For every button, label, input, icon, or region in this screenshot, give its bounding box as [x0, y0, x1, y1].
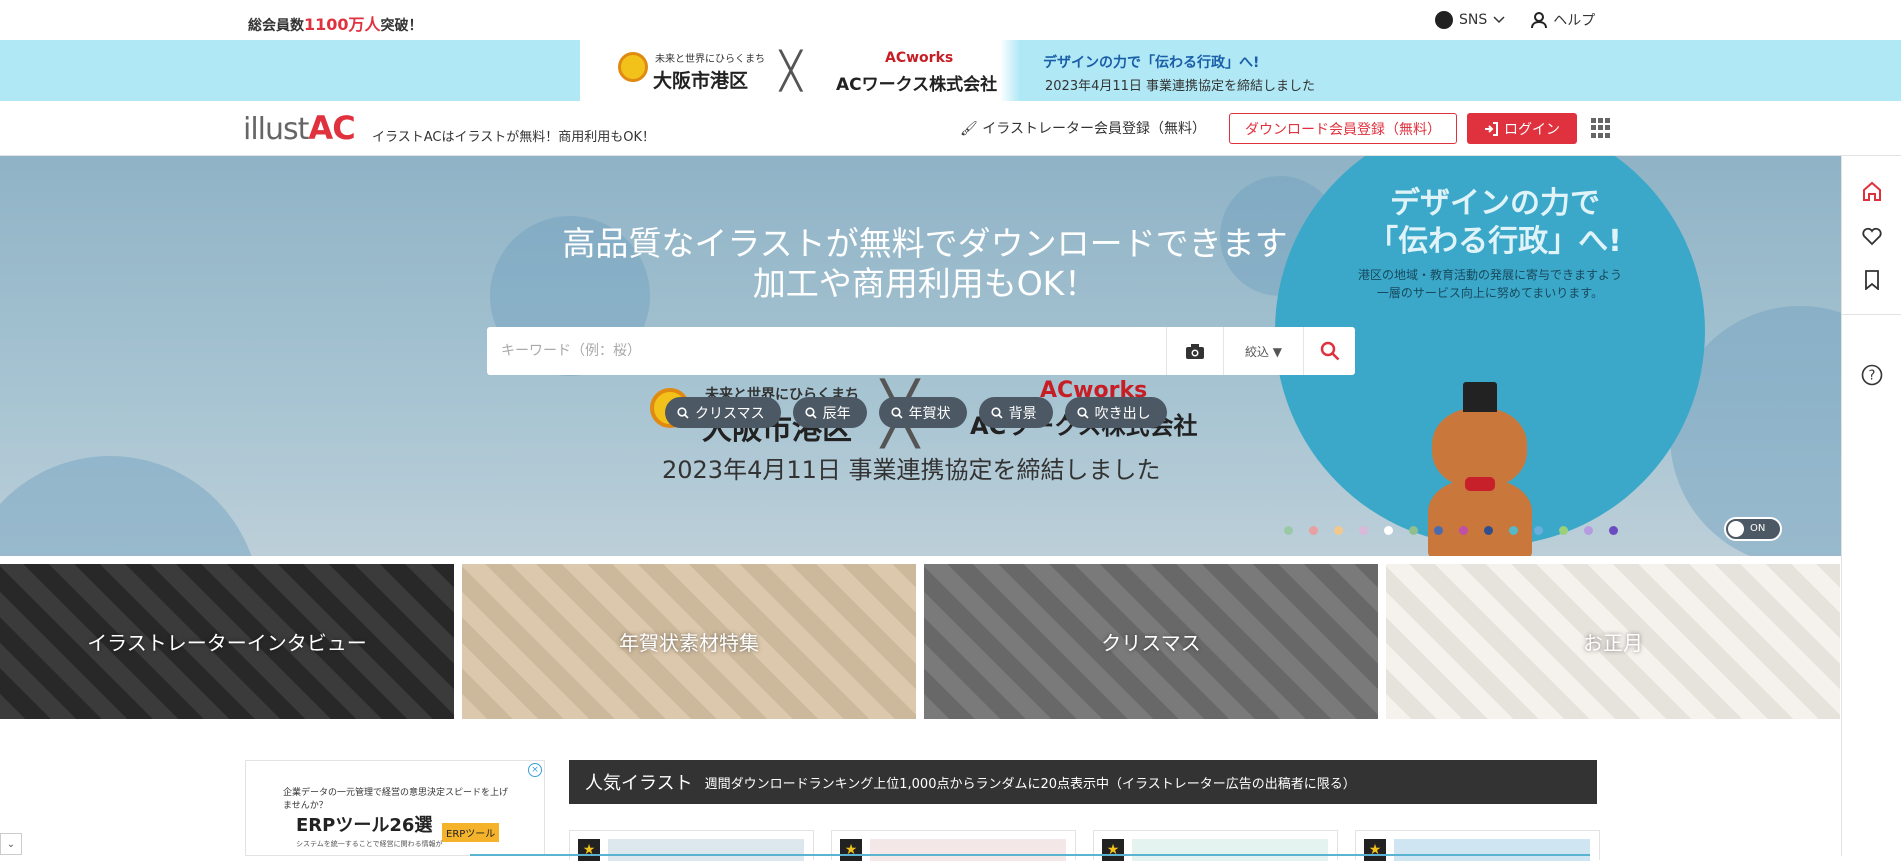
help-link[interactable]: ヘルプ	[1531, 10, 1595, 30]
star-icon: ★	[1102, 839, 1124, 861]
apps-grid-icon[interactable]	[1591, 118, 1611, 138]
heart-icon[interactable]	[1859, 223, 1885, 249]
hero-headline: 高品質なイラストが無料でダウンロードできます 加工や商用利用もOK！	[562, 224, 1288, 303]
user-icon	[1531, 12, 1548, 29]
search-button[interactable]	[1303, 327, 1355, 375]
slide-dot[interactable]	[1384, 526, 1393, 535]
slide-dot[interactable]	[1509, 526, 1518, 535]
search-bar: 絞込 ▼	[487, 327, 1355, 375]
home-icon[interactable]	[1859, 178, 1885, 204]
scroll-down-icon[interactable]: ⌄	[0, 833, 22, 855]
sign-in-icon	[1485, 121, 1498, 136]
brush-icon: 🖌	[960, 121, 978, 137]
filter-dropdown[interactable]: 絞込 ▼	[1223, 327, 1303, 375]
login-button[interactable]: ログイン	[1467, 113, 1577, 144]
camera-icon	[1186, 343, 1204, 359]
slide-dot[interactable]	[1484, 526, 1493, 535]
search-icon	[1320, 341, 1339, 361]
slide-dot[interactable]	[1309, 526, 1318, 535]
search-tag[interactable]: 辰年	[792, 397, 867, 428]
feature-tile[interactable]: お正月	[1386, 564, 1840, 719]
site-logo[interactable]: illustAC	[243, 109, 356, 147]
popular-tags: クリスマス 辰年 年賀状 背景 吹き出し	[665, 397, 1167, 428]
right-side-nav: ?	[1841, 156, 1901, 856]
slide-dot[interactable]	[1409, 526, 1418, 535]
slide-dot[interactable]	[1284, 526, 1293, 535]
svg-text:?: ?	[1869, 369, 1876, 384]
hero-section: デザインの力で 「伝わる行政」へ! 港区の地域・教育活動の発展に寄与できますよう…	[0, 156, 1841, 556]
feature-tile[interactable]: イラストレーターインタビュー	[0, 564, 454, 719]
ad-close-icon[interactable]: ×	[528, 763, 542, 777]
top-bar: 総会員数1100万人突破！ SNS ヘルプ	[0, 0, 1901, 40]
slide-dot[interactable]	[1584, 526, 1593, 535]
ad-banner[interactable]: 企業データの一元管理で経営の意思決定スピードを上げませんか？ ERPツール26選…	[245, 760, 545, 856]
search-icon	[890, 406, 903, 419]
star-icon: ★	[840, 839, 862, 861]
feature-tiles: イラストレーターインタビュー 年賀状素材特集 クリスマス お正月	[0, 564, 1841, 719]
search-tag[interactable]: 背景	[978, 397, 1053, 428]
collab-banner[interactable]: 未来と世界にひらくまち 大阪市港区 ╳ ACworks ACワークス株式会社 デ…	[0, 40, 1901, 101]
search-tag[interactable]: 吹き出し	[1064, 397, 1167, 428]
slide-dot[interactable]	[1334, 526, 1343, 535]
feature-tile[interactable]: クリスマス	[924, 564, 1378, 719]
slide-dot[interactable]	[1434, 526, 1443, 535]
cross-icon: ╳	[780, 51, 802, 92]
slide-dot[interactable]	[1534, 526, 1543, 535]
search-icon	[804, 406, 817, 419]
chevron-down-icon	[1493, 16, 1505, 24]
chat-bubble-icon	[1435, 11, 1453, 29]
slideshow-toggle[interactable]: ON	[1724, 517, 1782, 541]
search-input[interactable]	[487, 327, 1166, 375]
sunflower-icon	[618, 52, 648, 82]
search-icon	[990, 406, 1003, 419]
download-register-button[interactable]: ダウンロード会員登録（無料）	[1229, 113, 1457, 144]
image-search-button[interactable]	[1166, 327, 1223, 375]
slide-dot[interactable]	[1459, 526, 1468, 535]
site-tagline: イラストACはイラストが無料！商用利用もOK！	[372, 130, 655, 145]
slide-dot[interactable]	[1559, 526, 1568, 535]
slide-dot[interactable]	[1609, 526, 1618, 535]
star-icon: ★	[578, 839, 600, 861]
search-icon	[1076, 406, 1089, 419]
site-header: illustAC イラストACはイラストが無料！商用利用もOK！ 🖌 イラストレ…	[0, 101, 1901, 156]
member-count: 総会員数1100万人突破！	[248, 15, 423, 34]
search-tag[interactable]: 年賀状	[878, 397, 967, 428]
star-icon: ★	[1364, 839, 1386, 861]
sns-menu[interactable]: SNS	[1435, 11, 1505, 29]
bookmark-icon[interactable]	[1859, 267, 1885, 293]
decor-circle	[0, 456, 260, 556]
slide-dots	[1284, 526, 1618, 535]
popular-illustrations-header: 人気イラスト 週間ダウンロードランキング上位1,000点からランダムに20点表示…	[569, 760, 1597, 804]
search-tag[interactable]: クリスマス	[665, 397, 781, 428]
slide-dot[interactable]	[1359, 526, 1368, 535]
feature-tile[interactable]: 年賀状素材特集	[462, 564, 916, 719]
illustrator-register-link[interactable]: 🖌 イラストレーター会員登録（無料）	[960, 118, 1206, 138]
help-icon[interactable]: ?	[1859, 362, 1885, 388]
search-icon	[677, 406, 689, 419]
